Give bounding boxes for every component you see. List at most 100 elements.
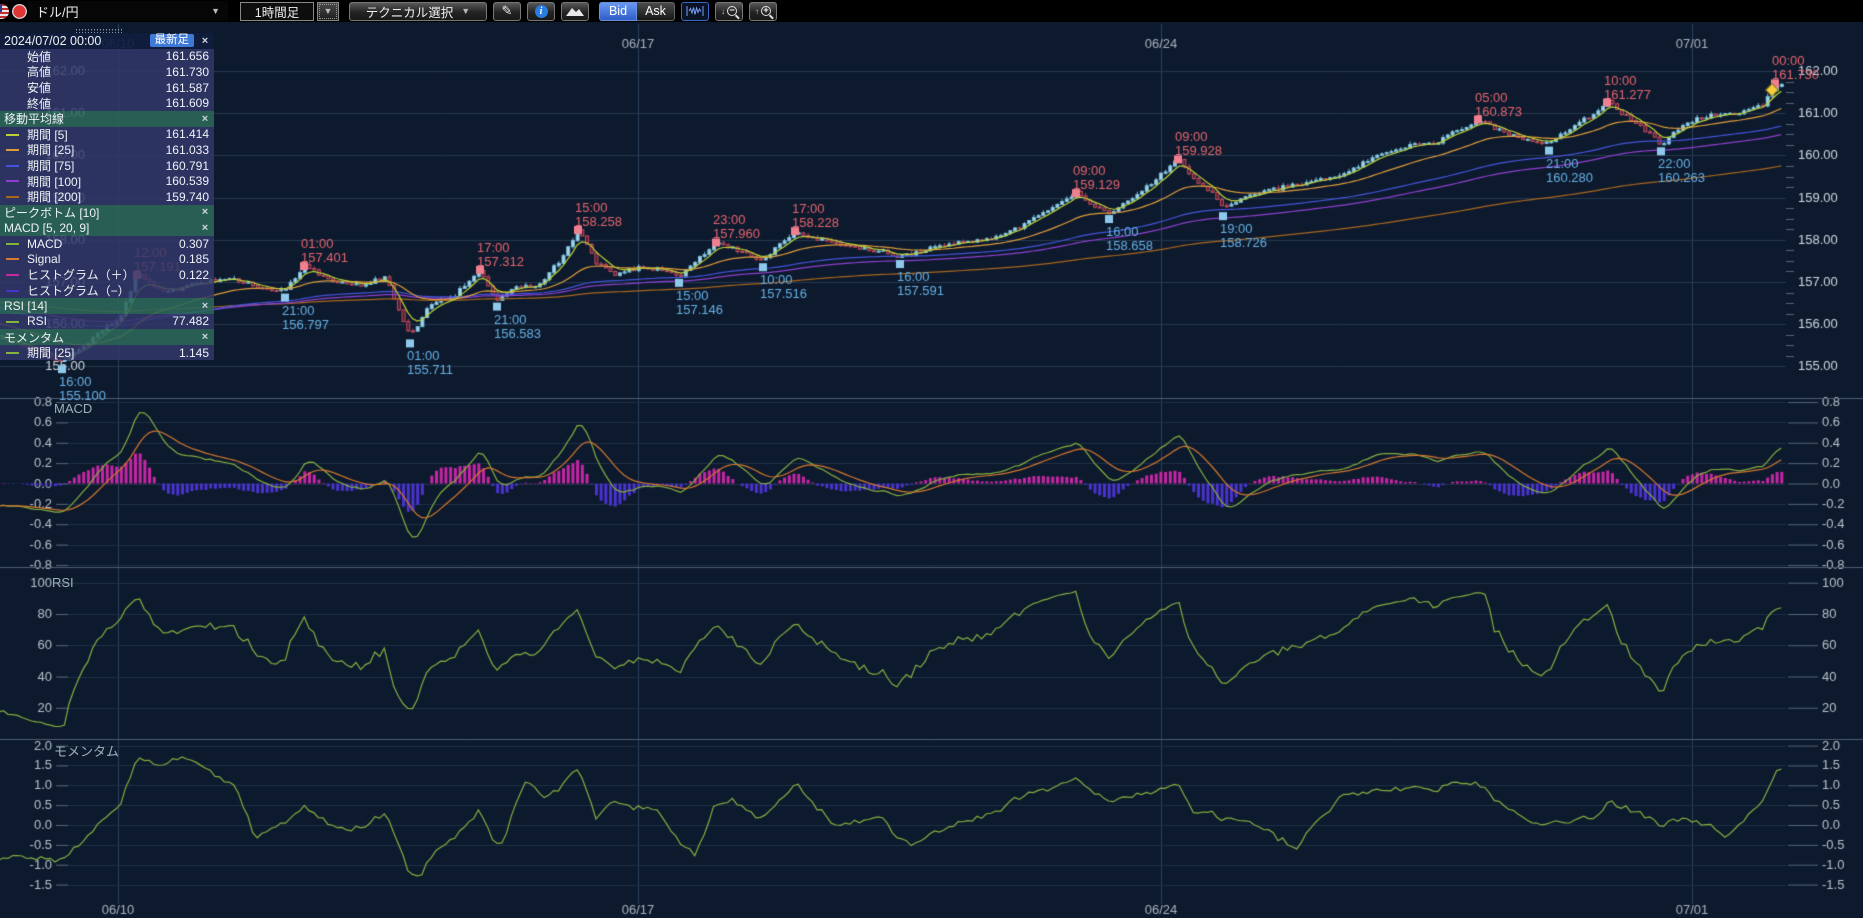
technical-select-button[interactable]: テクニカル選択 ▼ [349, 2, 487, 21]
info-icon: i [535, 5, 548, 18]
panel-section-label: 移動平均線 [4, 111, 199, 127]
mountain-icon [565, 5, 585, 17]
panel-row: 安値161.587 [0, 80, 214, 96]
panel-row-label: Signal [27, 252, 179, 266]
panel-row-label: 期間 [100] [27, 173, 166, 190]
panel-row-value: 161.587 [166, 81, 209, 95]
panel-row: 期間 [25]1.145 [0, 345, 214, 361]
currency-pair-flags [0, 4, 28, 19]
series-color-dash [6, 290, 19, 292]
panel-row-label: 始値 [27, 48, 166, 65]
panel-row: 期間 [100]160.539 [0, 173, 214, 189]
close-icon[interactable]: × [199, 300, 211, 312]
close-icon[interactable]: × [199, 206, 211, 218]
panel-row-label: 高値 [27, 63, 166, 80]
chevron-down-icon: ▼ [324, 6, 333, 16]
panel-row-label: 期間 [75] [27, 157, 166, 174]
panel-row-label: ヒストグラム（−） [27, 282, 209, 299]
panel-row-label: RSI [27, 314, 172, 328]
series-color-dash [6, 243, 19, 245]
series-color-dash [6, 274, 19, 276]
timeframe-dropdown-button[interactable]: ▼ [317, 2, 339, 21]
panel-row-value: 161.609 [166, 96, 209, 110]
technical-select-label: テクニカル選択 [366, 2, 454, 21]
panel-drag-handle[interactable] [76, 29, 124, 33]
panel-row: ヒストグラム（＋）0.122 [0, 267, 214, 283]
panel-section-header[interactable]: MACD [5, 20, 9]× [0, 220, 214, 236]
panel-row-value: 161.656 [166, 49, 209, 63]
chart-style-button[interactable] [561, 2, 589, 21]
momentum-pane-title: モメンタム [54, 741, 119, 760]
panel-section-label: 2024/07/02 00:00 [4, 34, 150, 48]
magnifier-plus-icon: ↑ + [755, 6, 771, 16]
bid-button[interactable]: Bid [599, 2, 637, 21]
panel-section-header[interactable]: ピークボトム [10]× [0, 205, 214, 221]
bid-ask-toggle: Bid Ask [599, 2, 675, 21]
draw-tool-button[interactable]: ✎ [493, 2, 521, 21]
panel-section-label: RSI [14] [4, 299, 199, 313]
series-color-dash [6, 196, 19, 198]
close-icon[interactable]: × [199, 113, 211, 125]
panel-row: 期間 [200]159.740 [0, 189, 214, 205]
indicator-data-panel: 2024/07/02 00:00最新足 × 始値161.656高値161.730安値… [0, 33, 214, 360]
series-color-dash [6, 258, 19, 260]
panel-row: 終値161.609 [0, 95, 214, 111]
close-icon[interactable]: × [199, 35, 211, 47]
panel-section-header[interactable]: 移動平均線× [0, 111, 214, 127]
ask-button[interactable]: Ask [637, 2, 675, 21]
panel-row-label: 安値 [27, 79, 166, 96]
latest-candle-button[interactable]: 最新足 [150, 34, 195, 47]
panel-row: MACD0.307 [0, 236, 214, 252]
series-color-dash [6, 352, 19, 354]
series-color-dash [6, 134, 19, 136]
timeframe-display[interactable]: 1時間足 [240, 2, 314, 21]
macd-pane-title: MACD [54, 401, 92, 416]
us-flag-icon [0, 4, 9, 19]
panel-row-label: MACD [27, 237, 179, 251]
japan-flag-icon [12, 4, 27, 19]
zoom-in-button[interactable]: ↑ + [749, 2, 777, 21]
panel-row-label: 期間 [200] [27, 188, 166, 205]
price-chart-canvas[interactable] [0, 0, 1863, 918]
panel-row: RSI77.482 [0, 314, 214, 330]
panel-row-value: 160.539 [166, 174, 209, 188]
panel-section-header[interactable]: RSI [14]× [0, 298, 214, 314]
chevron-down-icon: ▼ [211, 6, 220, 16]
panel-row-label: 終値 [27, 95, 166, 112]
toolbar: ドル/円 ▼ 1時間足 ▼ テクニカル選択 ▼ ✎ i Bid Ask ↓ − [0, 0, 1863, 22]
panel-section-header[interactable]: 2024/07/02 00:00最新足 × [0, 33, 214, 49]
timeframe-label: 1時間足 [255, 2, 299, 21]
panel-row-value: 0.307 [179, 237, 209, 251]
panel-row: Signal0.185 [0, 251, 214, 267]
close-icon[interactable]: × [199, 331, 211, 343]
panel-section-label: モメンタム [4, 329, 199, 345]
magnifier-minus-icon: ↓ − [721, 6, 737, 16]
series-color-dash [6, 149, 19, 151]
panel-row-label: 期間 [25] [27, 344, 179, 361]
panel-row: 期間 [75]160.791 [0, 158, 214, 174]
panel-section-label: MACD [5, 20, 9] [4, 221, 199, 235]
info-button[interactable]: i [527, 2, 555, 21]
panel-row: 期間 [25]161.033 [0, 142, 214, 158]
tick-chart-button[interactable] [681, 2, 709, 21]
tick-chart-icon [686, 5, 704, 17]
zoom-out-button[interactable]: ↓ − [715, 2, 743, 21]
series-color-dash [6, 165, 19, 167]
panel-row-value: 0.185 [179, 252, 209, 266]
chevron-down-icon: ▼ [461, 6, 470, 16]
close-icon[interactable]: × [199, 222, 211, 234]
panel-row-value: 159.740 [166, 190, 209, 204]
panel-row-label: ヒストグラム（＋） [27, 266, 179, 283]
panel-row: 始値161.656 [0, 49, 214, 65]
panel-row-value: 161.033 [166, 143, 209, 157]
panel-section-header[interactable]: モメンタム× [0, 329, 214, 345]
panel-row-label: 期間 [25] [27, 141, 166, 158]
panel-row-value: 161.414 [166, 127, 209, 141]
series-color-dash [6, 180, 19, 182]
pair-select-dropdown[interactable]: ドル/円 ▼ [28, 1, 228, 21]
pair-label: ドル/円 [36, 2, 211, 21]
panel-row: 高値161.730 [0, 64, 214, 80]
panel-row-value: 0.122 [179, 268, 209, 282]
panel-row-value: 77.482 [172, 314, 209, 328]
series-color-dash [6, 321, 19, 323]
